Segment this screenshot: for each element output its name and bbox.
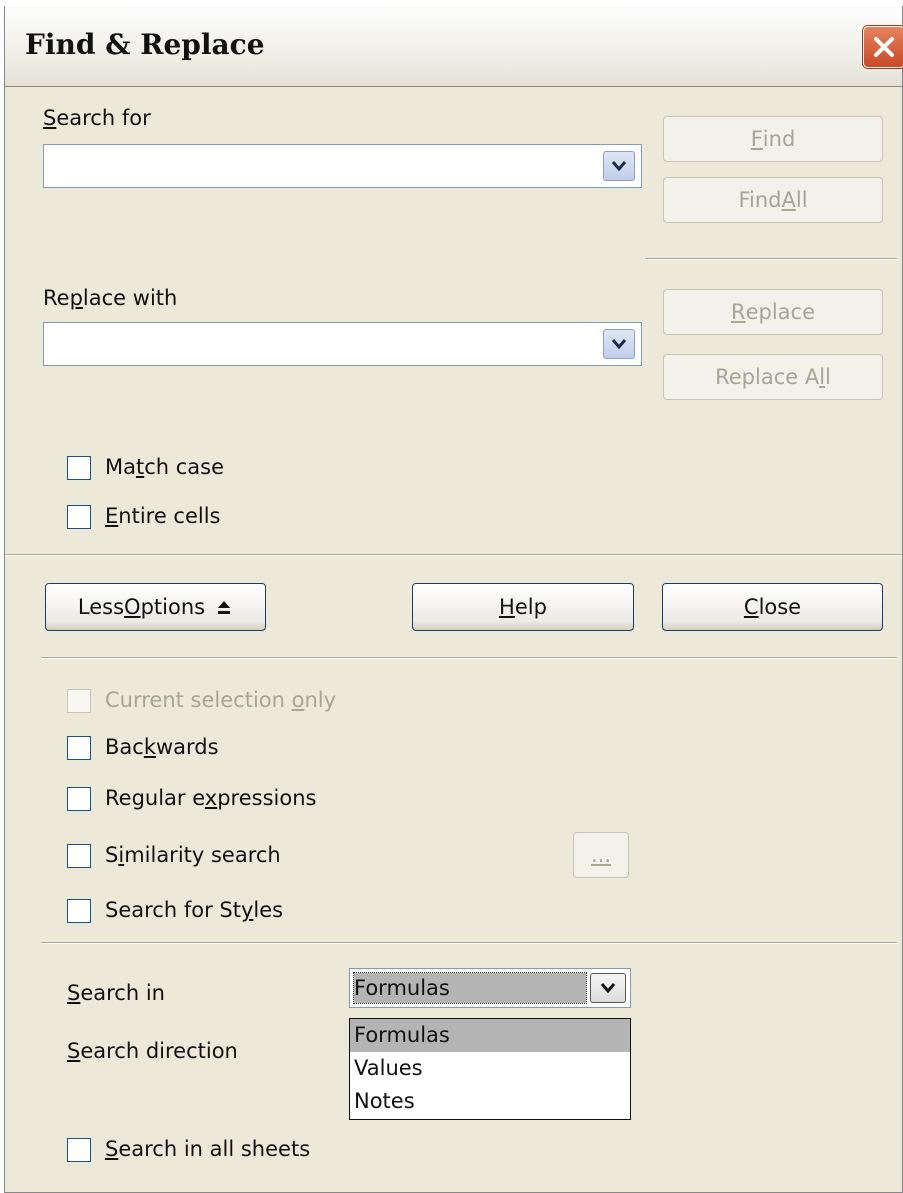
separator: [41, 657, 897, 659]
entire-cells-checkbox[interactable]: [67, 505, 91, 529]
search-for-styles-label[interactable]: Search for Styles: [105, 898, 283, 922]
search-for-combo[interactable]: [43, 144, 642, 188]
list-item[interactable]: Notes: [350, 1085, 630, 1118]
backwards-label[interactable]: Backwards: [105, 735, 219, 759]
search-for-styles-checkbox[interactable]: [67, 899, 91, 923]
entire-cells-label[interactable]: Entire cells: [105, 504, 221, 528]
find-replace-dialog: Find & Replace Search for Find Find All …: [4, 6, 903, 1193]
less-options-button[interactable]: Less Options: [45, 583, 266, 631]
replace-button[interactable]: Replace: [663, 289, 883, 335]
similarity-settings-button[interactable]: ...: [573, 832, 629, 878]
regular-expressions-label[interactable]: Regular expressions: [105, 786, 316, 810]
find-all-button[interactable]: Find All: [663, 177, 883, 223]
close-icon[interactable]: [863, 26, 903, 68]
collapse-up-icon: [218, 601, 231, 614]
regular-expressions-checkbox[interactable]: [67, 787, 91, 811]
chevron-down-icon: [611, 161, 627, 172]
close-button[interactable]: Close: [662, 583, 883, 631]
chevron-down-icon: [611, 339, 627, 350]
list-item[interactable]: Values: [350, 1052, 630, 1085]
replace-with-dropdown-button[interactable]: [603, 329, 635, 359]
separator: [41, 942, 897, 944]
similarity-search-checkbox[interactable]: [67, 844, 91, 868]
replace-with-label: Replace with: [43, 286, 178, 310]
search-for-label: Search for: [43, 106, 151, 130]
find-button[interactable]: Find: [663, 116, 883, 162]
search-in-selected-value[interactable]: Formulas: [353, 972, 587, 1004]
similarity-search-label[interactable]: Similarity search: [105, 843, 281, 867]
list-item[interactable]: Formulas: [350, 1019, 630, 1052]
search-in-all-sheets-checkbox[interactable]: [67, 1138, 91, 1162]
search-in-select[interactable]: Formulas: [349, 968, 631, 1008]
search-direction-label: Search direction: [67, 1039, 238, 1063]
match-case-label[interactable]: Match case: [105, 455, 224, 479]
search-in-dropdown-button[interactable]: [590, 973, 626, 1003]
search-in-label: Search in: [67, 981, 165, 1005]
replace-all-button[interactable]: Replace All: [663, 354, 883, 400]
search-for-dropdown-button[interactable]: [603, 151, 635, 181]
separator: [5, 554, 902, 556]
help-button[interactable]: Help: [412, 583, 634, 631]
match-case-checkbox[interactable]: [67, 456, 91, 480]
dialog-title: Find & Replace: [25, 28, 265, 61]
current-selection-only-label[interactable]: Current selection only: [105, 688, 336, 712]
search-in-options-list[interactable]: Formulas Values Notes: [349, 1018, 631, 1120]
title-bar[interactable]: Find & Replace: [5, 6, 903, 87]
separator: [645, 258, 897, 260]
backwards-checkbox[interactable]: [67, 736, 91, 760]
current-selection-only-checkbox[interactable]: [67, 689, 91, 713]
search-in-all-sheets-label[interactable]: Search in all sheets: [105, 1137, 310, 1161]
replace-with-combo[interactable]: [43, 322, 642, 366]
chevron-down-icon: [600, 983, 616, 994]
